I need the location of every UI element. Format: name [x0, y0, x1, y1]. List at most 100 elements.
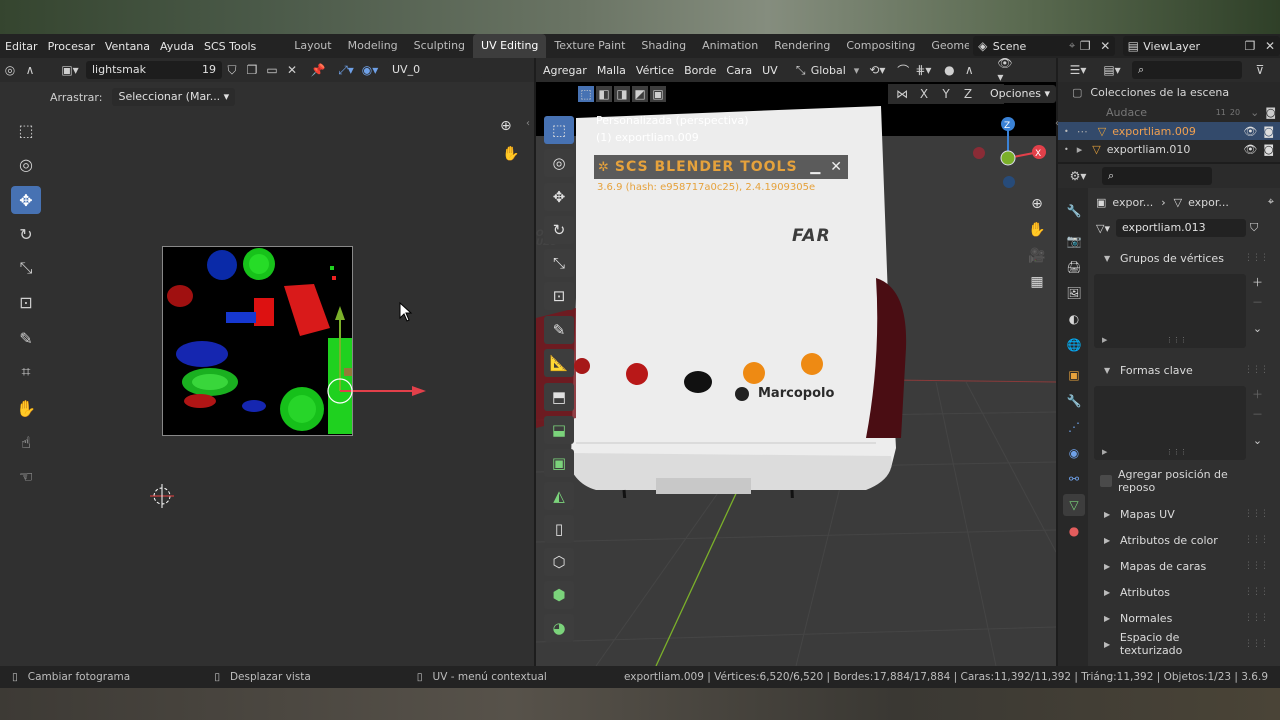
tab-uv-editing[interactable]: UV Editing — [473, 34, 547, 58]
menu-editar[interactable]: Editar — [0, 40, 43, 53]
tab-texture-paint[interactable]: Texture Paint — [546, 34, 633, 58]
list-resize-icon[interactable]: ⋮⋮⋮ — [1166, 448, 1187, 456]
poly-build-tool-3d[interactable]: ⬢ — [544, 581, 574, 609]
panel-normals[interactable]: ▶ Normales ⋮⋮⋮ — [1094, 606, 1274, 630]
pan-hand-icon-3d[interactable]: ✋ — [1028, 222, 1045, 238]
new-viewlayer-icon[interactable]: ❐ — [1240, 36, 1260, 56]
menu-ayuda[interactable]: Ayuda — [155, 40, 199, 53]
panel-texture-space[interactable]: ▶ Espacio de texturizado ⋮⋮⋮ — [1094, 631, 1274, 657]
orientation-dropdown[interactable]: Global — [811, 64, 846, 77]
menu-ventana[interactable]: Ventana — [100, 40, 155, 53]
vertex-groups-list[interactable]: ▶ ⋮⋮⋮ — [1094, 274, 1246, 348]
move-tool-3d[interactable]: ✥ — [544, 183, 574, 211]
falloff-icon[interactable]: ∧ — [959, 60, 979, 80]
physics-tab-icon[interactable]: ◉ — [1063, 442, 1085, 464]
drag-handle-icon[interactable]: ⋮⋮⋮ — [1244, 613, 1269, 623]
panel-attributes[interactable]: ▶ Atributos ⋮⋮⋮ — [1094, 580, 1274, 604]
annotate-tool-3d[interactable]: ✎ — [544, 316, 574, 344]
3d-viewport[interactable]: FAR OLET UZU Marcopolo Agregar Malla Vér… — [536, 58, 1056, 666]
move-tool[interactable]: ✥ — [11, 186, 41, 214]
drag-handle-icon[interactable]: ⋮⋮⋮ — [1244, 365, 1269, 375]
view-layer-tab-icon[interactable]: 🖼 — [1063, 282, 1085, 304]
uv-stretch-icon[interactable]: ⤢▾ — [336, 60, 356, 80]
remove-icon[interactable]: － — [1252, 406, 1263, 422]
outliner-item-audace[interactable]: Audace 11 20 ⌄ ◙ — [1066, 104, 1276, 120]
extrude-tool-3d[interactable]: ⬓ — [544, 416, 574, 444]
select-intersect-icon[interactable]: ▣ — [650, 86, 666, 102]
eye-icon[interactable]: 👁 — [1243, 125, 1257, 138]
restrict-icon[interactable]: ⌄ — [1250, 106, 1259, 119]
chevron-down-icon[interactable]: ⌄ — [1253, 434, 1262, 447]
mirror-x-button[interactable]: X — [914, 84, 934, 104]
filter-display-icon[interactable]: ▤▾ — [1102, 60, 1122, 80]
editor-type-icon[interactable]: ▣▾ — [60, 60, 80, 80]
rest-position-checkbox[interactable] — [1100, 475, 1112, 487]
add-cube-tool-3d[interactable]: ⬒ — [544, 383, 574, 411]
select-box-tool[interactable]: ⬚ — [11, 116, 41, 144]
select-invert-icon[interactable]: ◩ — [632, 86, 648, 102]
delete-viewlayer-icon[interactable]: ✕ — [1260, 36, 1280, 56]
bevel-tool-3d[interactable]: ◭ — [544, 482, 574, 510]
mesh-data-tab-icon[interactable]: ▽ — [1063, 494, 1085, 516]
knife-tool-3d[interactable]: ⬡ — [544, 548, 574, 576]
tab-shading[interactable]: Shading — [633, 34, 694, 58]
menu-agregar[interactable]: Agregar — [538, 64, 592, 77]
list-resize-icon[interactable]: ⋮⋮⋮ — [1166, 336, 1187, 344]
menu-procesar[interactable]: Procesar — [43, 40, 100, 53]
properties-editor-icon[interactable]: ⚙▾ — [1068, 166, 1088, 186]
open-image-icon[interactable]: ▭ — [262, 60, 282, 80]
select-extend-icon[interactable]: ◧ — [596, 86, 612, 102]
camera-icon[interactable]: 🎥 — [1028, 248, 1045, 264]
pan-hand-icon[interactable]: ✋ — [502, 146, 519, 162]
remove-icon[interactable]: － — [1252, 294, 1263, 310]
measure-tool-3d[interactable]: 📐 — [544, 349, 574, 377]
visibility-icon[interactable]: 👁▾ — [997, 58, 1017, 84]
rip-tool[interactable]: ⌗ — [11, 358, 41, 386]
uv-map-selector[interactable]: UV_0 — [386, 61, 482, 79]
properties-editor[interactable]: ⚙▾ ⌕ 🔧 📷 🖨 🖼 ◐ 🌐 ▣ 🔧 ⋰ ◉ ⚯ ▽ ● ▣ expor..… — [1058, 164, 1280, 666]
select-new-icon[interactable]: ⬚ — [578, 86, 594, 102]
scale-tool[interactable]: ⤡ — [11, 254, 41, 282]
chevron-down-icon[interactable]: ⌄ — [1253, 322, 1262, 335]
overlays-icon[interactable]: ◉▾ — [360, 60, 380, 80]
mirror-y-button[interactable]: Y — [936, 84, 956, 104]
unlink-image-icon[interactable]: ✕ — [282, 60, 302, 80]
particles-tab-icon[interactable]: ⋰ — [1063, 416, 1085, 438]
proportional-edit-icon[interactable]: ● — [939, 60, 959, 80]
tab-layout[interactable]: Layout — [286, 34, 339, 58]
snap-target-icon[interactable]: ⋕▾ — [913, 60, 933, 80]
menu-malla[interactable]: Malla — [592, 64, 631, 77]
panel-color-attributes[interactable]: ▶ Atributos de color ⋮⋮⋮ — [1094, 528, 1274, 552]
outliner-item-exportliam-010[interactable]: • ▸ ▽ exportliam.010 👁 ◙ — [1058, 140, 1280, 158]
pin-icon[interactable]: ⌖ — [1268, 195, 1274, 209]
move-gizmo[interactable] — [140, 298, 440, 518]
image-selector[interactable]: lightsmak 19 — [86, 61, 222, 79]
uv-select-mode-icon[interactable]: ∧ — [20, 60, 40, 80]
close-icon[interactable]: ✕ — [830, 159, 842, 175]
render-tab-icon[interactable]: 📷 — [1063, 230, 1085, 252]
tab-animation[interactable]: Animation — [694, 34, 766, 58]
drag-select-dropdown[interactable]: Seleccionar (Mar... ▾ — [112, 88, 236, 106]
object-tab-icon[interactable]: ▣ — [1063, 364, 1085, 386]
viewlayer-selector[interactable]: ▤ ViewLayer ❐ ✕ — [1123, 36, 1280, 56]
minimize-icon[interactable]: ▁ — [810, 160, 820, 175]
tab-rendering[interactable]: Rendering — [766, 34, 838, 58]
menu-cara[interactable]: Cara — [721, 64, 757, 77]
zoom-icon[interactable]: ⊕ — [500, 118, 512, 134]
spin-tool-3d[interactable]: ◕ — [544, 614, 574, 642]
inset-tool-3d[interactable]: ▣ — [544, 449, 574, 477]
select-subtract-icon[interactable]: ◨ — [614, 86, 630, 102]
transform-tool[interactable]: ⊡ — [11, 288, 41, 316]
camera-restrict-icon[interactable]: ◙ — [1263, 143, 1274, 156]
fake-user-icon[interactable]: ⛉ — [1250, 221, 1258, 235]
add-icon[interactable]: ＋ — [1252, 386, 1263, 402]
modifiers-tab-icon[interactable]: 🔧 — [1063, 390, 1085, 412]
expand-arrow-icon[interactable]: • — [1064, 127, 1069, 136]
tab-geometry[interactable]: Geometr — [923, 34, 968, 58]
outliner-search[interactable]: ⌕ — [1132, 61, 1242, 79]
drag-handle-icon[interactable]: ⋮⋮⋮ — [1244, 253, 1269, 263]
fake-user-icon[interactable]: ⛉ — [222, 60, 242, 80]
panel-shape-keys[interactable]: ▼ Formas clave ⋮⋮⋮ — [1094, 358, 1274, 382]
constraints-tab-icon[interactable]: ⚯ — [1063, 468, 1085, 490]
rotate-tool[interactable]: ↻ — [11, 220, 41, 248]
